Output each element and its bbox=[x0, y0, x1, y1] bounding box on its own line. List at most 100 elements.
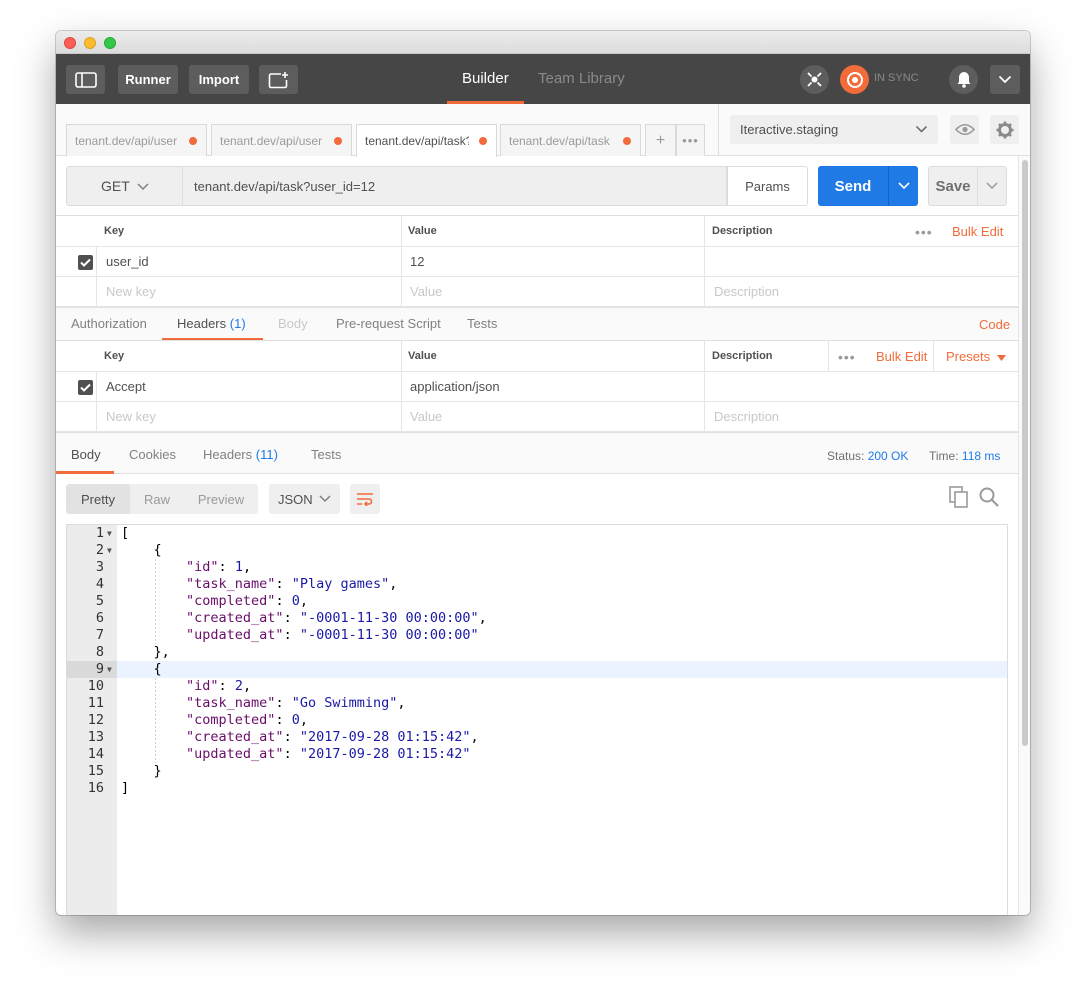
line-number: 3 bbox=[95, 559, 104, 575]
params-button[interactable]: Params bbox=[727, 166, 808, 206]
code-text: "created_at": "2017-09-28 01:15:42", bbox=[186, 729, 479, 745]
code-line: 4 "task_name": "Play games", bbox=[67, 576, 1007, 593]
manage-environments-button[interactable] bbox=[990, 115, 1019, 144]
bulk-edit-link[interactable]: Bulk Edit bbox=[952, 224, 1003, 239]
environment-select[interactable]: Iteractive.staging bbox=[730, 115, 938, 144]
request-tab-label: tenant.dev/api/user bbox=[220, 133, 323, 148]
notifications-button[interactable] bbox=[949, 65, 978, 94]
line-number: 14 bbox=[87, 746, 104, 762]
tab-options-button[interactable]: ••• bbox=[676, 124, 705, 156]
column-divider bbox=[828, 341, 829, 371]
fold-toggle-icon[interactable]: ▼ bbox=[107, 661, 112, 678]
send-button[interactable]: Send bbox=[818, 166, 888, 206]
builder-tab[interactable]: Builder bbox=[462, 70, 509, 87]
request-tab-active[interactable]: tenant.dev/api/task? bbox=[356, 124, 497, 157]
code-text: [ bbox=[121, 525, 130, 541]
team-library-tab[interactable]: Team Library bbox=[538, 70, 625, 87]
runner-button[interactable]: Runner bbox=[118, 65, 178, 94]
request-tab[interactable]: tenant.dev/api/task bbox=[500, 124, 641, 156]
bulk-edit-link[interactable]: Bulk Edit bbox=[876, 349, 927, 364]
more-options-icon[interactable]: ••• bbox=[915, 224, 933, 240]
tab-body[interactable]: Body bbox=[278, 316, 308, 331]
new-value-field[interactable]: Value bbox=[402, 402, 702, 431]
code-line: 2 ▼ { bbox=[67, 542, 1007, 559]
code-text: { bbox=[121, 661, 162, 677]
sidebar-toggle-button[interactable] bbox=[66, 65, 105, 94]
request-tab[interactable]: tenant.dev/api/user bbox=[211, 124, 352, 156]
response-body-editor[interactable]: 1 ▼[2 ▼ {3 "id": 1, 4 "task_name": "Play ga… bbox=[66, 524, 1008, 915]
new-value-field[interactable]: Value bbox=[402, 277, 702, 306]
code-text: "updated_at": "-0001-11-30 00:00:00" bbox=[186, 627, 479, 643]
response-tabs: Body Cookies Headers (11) Tests Status: … bbox=[56, 432, 1018, 474]
search-button[interactable] bbox=[978, 486, 1000, 508]
new-key-field[interactable]: New key bbox=[98, 277, 398, 306]
wrap-lines-button[interactable] bbox=[350, 484, 380, 514]
column-divider bbox=[96, 402, 97, 431]
tab-headers[interactable]: Headers (1) bbox=[177, 316, 246, 331]
format-select[interactable]: JSON bbox=[269, 484, 340, 514]
scrollbar-thumb[interactable] bbox=[1022, 160, 1028, 746]
fold-toggle-icon[interactable]: ▼ bbox=[107, 542, 112, 559]
tab-pre-request-script[interactable]: Pre-request Script bbox=[336, 316, 441, 331]
column-divider bbox=[401, 216, 402, 246]
save-options-button[interactable] bbox=[977, 166, 1007, 206]
param-description-field[interactable] bbox=[706, 247, 1006, 276]
environment-value: Iteractive.staging bbox=[740, 122, 839, 137]
line-number: 8 bbox=[95, 644, 104, 660]
response-tab-headers[interactable]: Headers (11) bbox=[203, 447, 278, 462]
account-menu-button[interactable] bbox=[990, 65, 1020, 94]
minimize-window-button[interactable] bbox=[84, 37, 96, 49]
sync-button[interactable] bbox=[840, 65, 869, 94]
response-tab-tests[interactable]: Tests bbox=[311, 447, 341, 462]
new-description-field[interactable]: Description bbox=[706, 277, 1006, 306]
new-tab-button[interactable]: + bbox=[645, 124, 676, 156]
code-text: "id": 2, bbox=[186, 678, 252, 694]
request-url-bar: GET tenant.dev/api/task?user_id=12 Param… bbox=[56, 156, 1018, 215]
param-key-field[interactable]: user_id bbox=[98, 247, 398, 276]
url-input[interactable]: tenant.dev/api/task?user_id=12 bbox=[182, 166, 727, 206]
response-tab-cookies[interactable]: Cookies bbox=[129, 447, 176, 462]
column-header-key: Key bbox=[104, 350, 125, 362]
environment-quick-look-button[interactable] bbox=[950, 115, 979, 144]
presets-dropdown[interactable]: Presets bbox=[946, 349, 1006, 364]
new-window-button[interactable] bbox=[259, 65, 298, 94]
header-key-field[interactable]: Accept bbox=[98, 372, 398, 401]
request-tab[interactable]: tenant.dev/api/user bbox=[66, 124, 207, 156]
new-description-field[interactable]: Description bbox=[706, 402, 1006, 431]
line-number: 16 bbox=[87, 780, 104, 796]
scrollbar[interactable] bbox=[1018, 156, 1030, 915]
pretty-view-button[interactable]: Pretty bbox=[66, 484, 130, 514]
row-enabled-checkbox[interactable] bbox=[78, 380, 93, 395]
header-value-field[interactable]: application/json bbox=[402, 372, 702, 401]
param-value-field[interactable]: 12 bbox=[402, 247, 702, 276]
close-window-button[interactable] bbox=[64, 37, 76, 49]
interceptor-button[interactable] bbox=[800, 65, 829, 94]
header-description-field[interactable] bbox=[706, 372, 1006, 401]
headers-table-header: Key Value Description ••• Bulk Edit Pres… bbox=[56, 341, 1018, 372]
code-text: "created_at": "-0001-11-30 00:00:00", bbox=[186, 610, 487, 626]
zoom-window-button[interactable] bbox=[104, 37, 116, 49]
chevron-down-icon bbox=[986, 182, 998, 190]
send-options-button[interactable] bbox=[888, 166, 918, 206]
response-tab-body[interactable]: Body bbox=[71, 447, 101, 462]
tab-authorization[interactable]: Authorization bbox=[71, 316, 147, 331]
row-enabled-checkbox[interactable] bbox=[78, 255, 93, 270]
unsaved-indicator-icon bbox=[334, 137, 342, 145]
save-button[interactable]: Save bbox=[928, 166, 978, 206]
method-select[interactable]: GET bbox=[66, 166, 182, 206]
fold-toggle-icon[interactable]: ▼ bbox=[107, 525, 112, 542]
column-divider bbox=[96, 277, 97, 306]
more-options-icon[interactable]: ••• bbox=[838, 349, 856, 365]
tab-tests[interactable]: Tests bbox=[467, 316, 497, 331]
tab-headers-label: Headers bbox=[177, 316, 227, 331]
preview-view-button[interactable]: Preview bbox=[184, 484, 258, 514]
code-line: 13 "created_at": "2017-09-28 01:15:42", bbox=[67, 729, 1007, 746]
import-button[interactable]: Import bbox=[189, 65, 249, 94]
copy-button[interactable] bbox=[949, 486, 969, 508]
code-line: 9 ▼ { bbox=[67, 661, 1007, 678]
unsaved-indicator-icon bbox=[189, 137, 197, 145]
column-divider bbox=[704, 277, 705, 306]
new-key-field[interactable]: New key bbox=[98, 402, 398, 431]
raw-view-button[interactable]: Raw bbox=[130, 484, 184, 514]
generate-code-link[interactable]: Code bbox=[979, 317, 1010, 332]
